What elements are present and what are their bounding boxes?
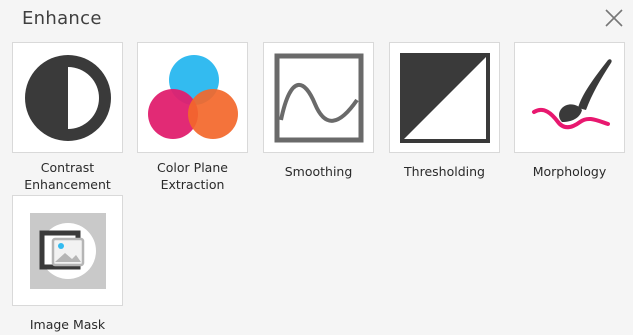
brush-icon: [531, 58, 612, 129]
tool-label: Image Mask: [29, 317, 106, 332]
dialog-title: Enhance: [22, 8, 102, 29]
tool-label: Contrast Enhancement: [24, 160, 111, 192]
tool-color-plane-extraction[interactable]: Color Plane Extraction: [137, 42, 248, 193]
image-mask-icon: [29, 212, 106, 289]
smoothing-icon: [274, 53, 363, 142]
thresholding-icon: [399, 52, 490, 143]
tool-thresholding[interactable]: Thresholding: [389, 42, 500, 180]
tool-morphology[interactable]: Morphology: [514, 42, 625, 180]
tool-smoothing[interactable]: Smoothing: [263, 42, 374, 180]
tool-contrast-enhancement[interactable]: Contrast Enhancement: [12, 42, 123, 193]
tool-label: Thresholding: [404, 164, 485, 179]
tool-card[interactable]: [389, 42, 500, 153]
tool-label: Smoothing: [284, 164, 353, 179]
tool-card[interactable]: [12, 195, 123, 306]
tool-card[interactable]: [263, 42, 374, 153]
tool-card[interactable]: [514, 42, 625, 153]
close-icon: [605, 9, 623, 27]
tool-card[interactable]: [12, 42, 123, 153]
dialog-header: Enhance: [0, 0, 633, 38]
tool-label: Morphology: [532, 164, 607, 179]
contrast-icon: [24, 54, 111, 141]
tool-label: Color Plane Extraction: [157, 160, 228, 192]
close-button[interactable]: [603, 7, 625, 29]
tool-card[interactable]: [137, 42, 248, 153]
color-planes-icon: [147, 54, 238, 139]
tool-image-mask[interactable]: Image Mask: [12, 195, 123, 333]
